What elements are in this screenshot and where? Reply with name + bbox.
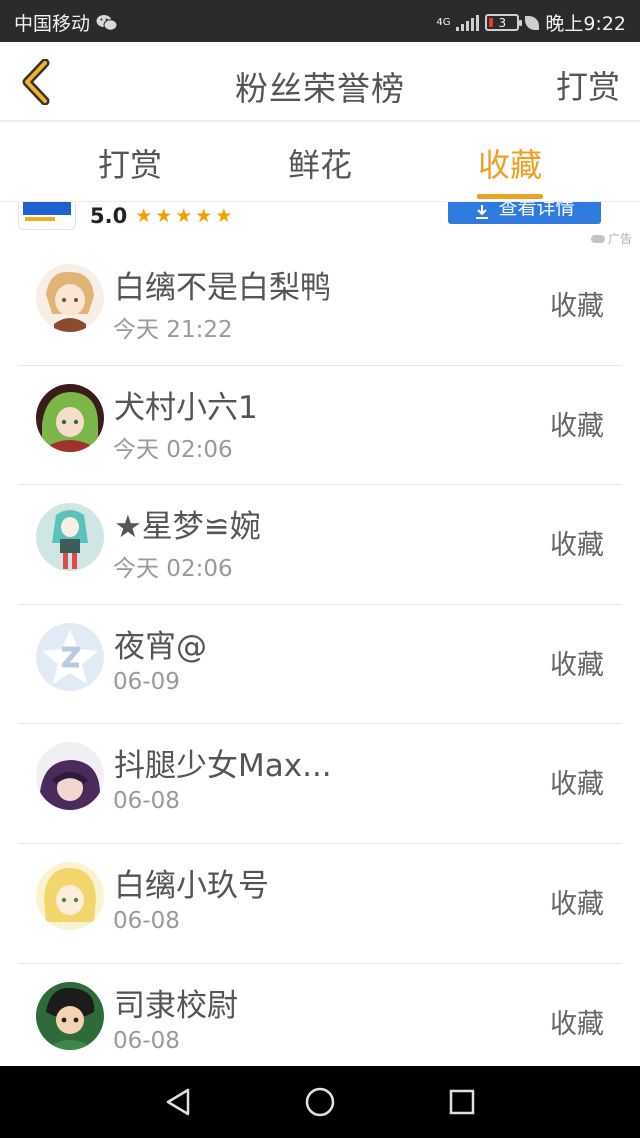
list-item[interactable]: 犬村小六1 今天 02:06 收藏 [0,366,640,486]
avatar[interactable] [36,861,104,930]
network-type: 4G [436,16,451,28]
favorite-label: 收藏 [550,888,604,920]
square-recents-icon [449,1089,475,1115]
reward-button[interactable]: 打赏 [556,62,620,108]
status-bar: 中国移动 4G 3 晚上9:22 [0,0,640,42]
ad-tag-label: 广告 [607,232,632,246]
user-name: ★星梦≌婉 [114,509,261,546]
battery-level: 3 [498,15,507,30]
battery-icon: 3 [485,14,523,31]
favorite-label: 收藏 [550,769,604,801]
system-nav-bar [0,1066,640,1138]
list-item[interactable]: ★星梦≌婉 今天 02:06 收藏 [0,485,640,605]
list-item[interactable]: 白缡不是白梨鸭 今天 21:22 收藏 [0,246,640,366]
user-name: 夜宵@ [114,628,207,665]
nav-home-button[interactable] [300,1084,340,1120]
avatar[interactable] [36,264,104,332]
nav-recents-button[interactable] [442,1084,482,1120]
avatar-image [36,742,104,811]
avatar-image [36,981,104,1050]
avatar[interactable] [36,503,104,572]
favorite-time: 06-08 [113,1027,180,1054]
list-item[interactable]: 白缡小玖号 06-08 收藏 [0,844,640,964]
tab-bar: 打赏 鲜花 收藏 [0,124,640,202]
favorite-label: 收藏 [550,291,604,322]
favorite-label: 收藏 [550,649,604,681]
active-tab-indicator [477,194,543,199]
cloud-icon [590,234,605,243]
user-name: 白缡小玖号 [114,867,269,904]
avatar-image [36,503,104,572]
user-name: 白缡不是白梨鸭 [114,270,331,306]
nav-back-button[interactable] [158,1084,198,1120]
status-bar-right: 4G 3 晚上9:22 [436,9,626,36]
favorite-time: 今天 21:22 [113,317,233,343]
avatar-image [36,383,104,452]
ad-app-logo [18,202,76,230]
favorite-time: 06-08 [113,907,180,934]
download-icon [476,205,489,219]
tab-favorites[interactable]: 收藏 [440,140,580,186]
favorite-time: 今天 02:06 [113,436,233,463]
ad-view-details-button[interactable]: 查看详情 [448,202,601,224]
list-item[interactable]: 抖腿少女Max... 06-08 收藏 [0,724,640,844]
carrier-name: 中国移动 [14,13,91,35]
avatar[interactable] [36,742,104,811]
ad-rating-stars: ★★★★★ [135,205,236,227]
user-name: 司隶校尉 [114,987,238,1024]
favorite-time: 06-09 [113,668,180,695]
favorite-label: 收藏 [550,1008,604,1040]
circle-home-icon [305,1087,335,1117]
ad-button-label: 查看详情 [498,202,575,219]
ad-rating: 5.0 ★★★★★ [90,204,235,228]
avatar[interactable] [36,981,104,1050]
tab-flowers[interactable]: 鲜花 [250,140,390,186]
avatar-image [36,622,104,691]
status-bar-left: 中国移动 [14,9,118,36]
ad-banner[interactable]: 5.0 ★★★★★ 查看详情 广告 [0,202,640,246]
ad-tag: 广告 [590,230,632,246]
tab-reward[interactable]: 打赏 [60,140,200,186]
triangle-back-icon [166,1088,190,1116]
avatar-image [36,264,104,332]
signal-icon [456,14,480,31]
leaf-icon [525,15,540,30]
page-title: 粉丝荣誉榜 [235,69,405,108]
favorite-label: 收藏 [550,530,604,562]
list-item[interactable]: 夜宵@ 06-09 收藏 [0,605,640,725]
app-header: 粉丝荣誉榜 打赏 [0,42,640,122]
user-name: 犬村小六1 [114,389,258,426]
user-name: 抖腿少女Max... [114,748,332,785]
favorite-time: 06-08 [113,788,180,815]
favorite-label: 收藏 [550,410,604,442]
avatar[interactable] [36,383,104,452]
favorites-list: 白缡不是白梨鸭 今天 21:22 收藏 犬村小六1 今天 02:06 收藏 ★星… [0,246,640,1083]
status-time: 晚上9:22 [545,13,626,35]
ad-rating-value: 5.0 [90,204,128,228]
avatar[interactable] [36,622,104,691]
favorite-time: 今天 02:06 [113,556,233,583]
wechat-icon [96,14,118,31]
avatar-image [36,861,104,930]
